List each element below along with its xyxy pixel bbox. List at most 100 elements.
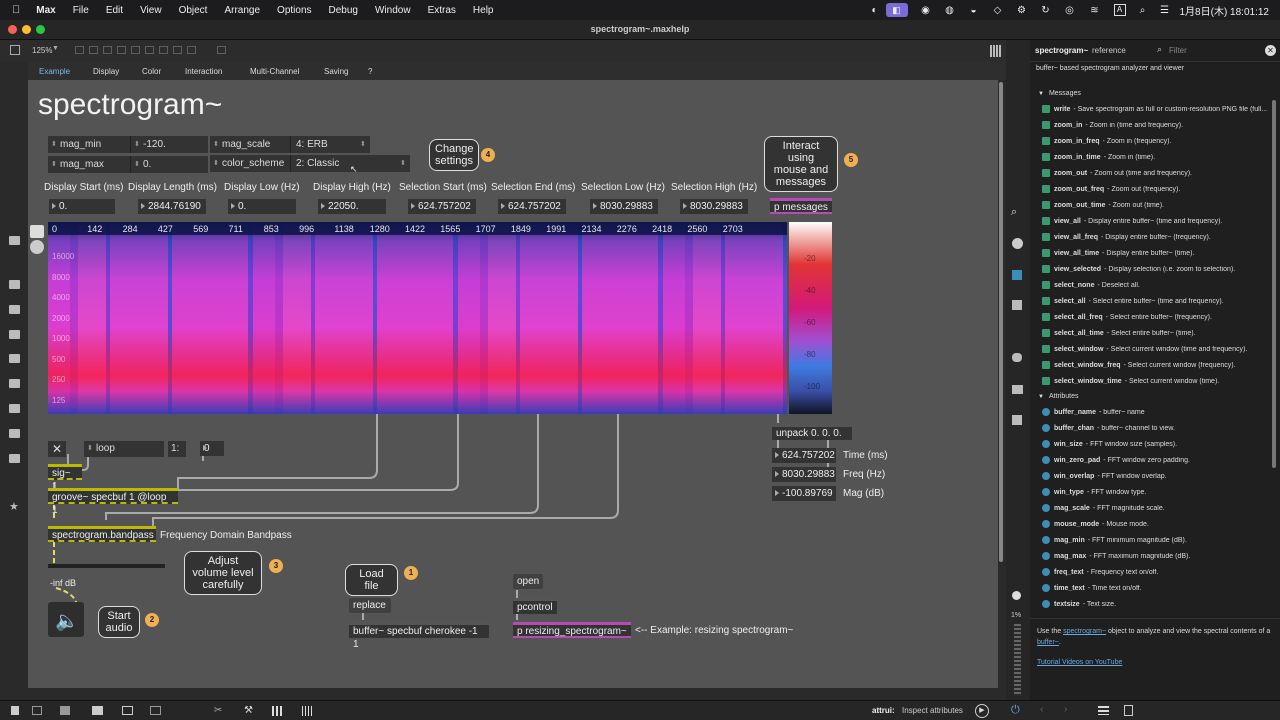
number-selection-start[interactable]: 624.757202 [408, 199, 476, 214]
buffer-object[interactable]: buffer~ specbuf cherokee -1 1 [349, 622, 489, 650]
status-item-icon[interactable]: ◉ [914, 5, 938, 16]
bars-icon[interactable] [272, 706, 282, 716]
zoom-level[interactable]: 125% [32, 46, 52, 55]
link-buffer[interactable]: buffer~ [1037, 639, 1059, 646]
number-loop[interactable]: 0 [200, 441, 224, 456]
number-time[interactable]: 624.757202 [772, 448, 836, 463]
attribute-item[interactable]: win_type - FFT window type. [1030, 484, 1280, 500]
message-item[interactable]: view_selected - Display selection (i.e. z… [1030, 261, 1280, 277]
attribute-item[interactable]: freq_text - Frequency text on/off. [1030, 564, 1280, 580]
attr-value[interactable]: 2: Classic [296, 155, 339, 172]
chat-icon[interactable] [1012, 353, 1022, 362]
debug-icon[interactable]: ✂ [214, 705, 222, 716]
search-icon[interactable]: ⌕ [1132, 5, 1154, 16]
status-item-icon[interactable]: ⚙ [1010, 5, 1034, 16]
loop-icon[interactable] [9, 429, 20, 438]
grid-icon[interactable] [302, 706, 312, 716]
plugin-icon[interactable] [9, 305, 20, 314]
window-icon[interactable] [122, 706, 133, 715]
lock-icon[interactable] [11, 706, 19, 715]
message-item[interactable]: zoom_out_freq - Zoom out (frequency). [1030, 181, 1280, 197]
message-item[interactable]: select_window_freq - Select current windo… [1030, 357, 1280, 373]
input-source-icon[interactable]: A [1113, 4, 1126, 16]
list-icon[interactable] [9, 236, 20, 245]
toggle-x-button[interactable]: ✕ [48, 441, 66, 457]
menu-window[interactable]: Window [375, 5, 411, 16]
camera-icon[interactable] [1012, 385, 1023, 394]
number-selection-low[interactable]: 8030.29883 [590, 199, 658, 214]
message-item[interactable]: select_all_freq - Select entire buffer~ (… [1030, 309, 1280, 325]
menu-help[interactable]: Help [473, 5, 494, 16]
document-icon[interactable] [1124, 705, 1133, 716]
message-item[interactable]: view_all - Display entire buffer~ (time a… [1030, 213, 1280, 229]
magnify-icon[interactable] [30, 240, 44, 254]
attribute-item[interactable]: time_text - Time text on/off. [1030, 580, 1280, 596]
attribute-item[interactable]: buffer_name - buffer~ name [1030, 404, 1280, 420]
message-item[interactable]: select_none - Deselect all. [1030, 277, 1280, 293]
new-message-icon[interactable] [89, 46, 98, 54]
play-icon[interactable]: ▶ [975, 704, 989, 718]
sig-object[interactable]: sig~ 1 [48, 464, 82, 492]
menu-debug[interactable]: Debug [329, 5, 358, 16]
gain-slider[interactable] [48, 564, 165, 568]
attrui-mag-min[interactable]: ⬍ mag_min ⬍ -120. [48, 136, 208, 153]
message-item[interactable]: select_window - Select current window (ti… [1030, 341, 1280, 357]
number-freq[interactable]: 8030.29883 [772, 467, 836, 482]
object-icon[interactable] [9, 280, 20, 289]
message-item[interactable]: select_all_time - Select entire buffer~ (… [1030, 325, 1280, 341]
circle-icon[interactable] [9, 454, 20, 463]
filter-input[interactable]: Filter [1169, 46, 1265, 55]
menu-view[interactable]: View [140, 5, 162, 16]
number-icon[interactable] [131, 46, 140, 54]
info-icon[interactable] [1012, 238, 1023, 249]
clock[interactable]: 1月8日(木) 18:01:12 [1180, 3, 1270, 18]
tab-interaction[interactable]: Interaction [185, 67, 222, 76]
comment-icon[interactable] [92, 706, 103, 715]
patcher-icon[interactable] [159, 46, 168, 54]
search-icon[interactable]: ⌕ [1011, 206, 1017, 219]
tab-color[interactable]: Color [142, 67, 161, 76]
replace-message[interactable]: replace [349, 598, 391, 613]
status-item-icon[interactable]: ◍ [938, 5, 962, 16]
message-item[interactable]: zoom_in_time - Zoom in (time). [1030, 149, 1280, 165]
status-item-icon[interactable]: ◎ [1058, 5, 1082, 16]
vertical-scrollbar[interactable] [999, 82, 1003, 562]
list-icon[interactable] [1012, 300, 1022, 310]
tab-multi-channel[interactable]: Multi-Channel [250, 67, 299, 76]
link-spectrogram[interactable]: spectrogram~ [1063, 628, 1106, 635]
status-item-icon[interactable]: ◐ [864, 5, 886, 16]
power-icon[interactable]: ⏻ [1011, 704, 1020, 717]
message-item[interactable]: zoom_in - Zoom in (time and frequency). [1030, 117, 1280, 133]
attribute-item[interactable]: mag_max - FFT maximum magnitude (dB). [1030, 548, 1280, 564]
sidebar-toggle-icon[interactable] [10, 45, 20, 55]
spectrogram-display[interactable] [48, 222, 787, 414]
patcher-canvas[interactable]: spectrogram~ ⬍ mag_min ⬍ -120. ⬍ mag_max… [28, 80, 998, 688]
attribute-item[interactable]: win_overlap - FFT window overlap. [1030, 468, 1280, 484]
message-item[interactable]: select_window_time - Select current windo… [1030, 373, 1280, 389]
menu-object[interactable]: Object [179, 5, 208, 16]
ref-scrollbar[interactable] [1272, 100, 1276, 468]
attribute-item[interactable]: win_zero_pad - FFT window zero padding. [1030, 452, 1280, 468]
bandpass-object[interactable]: spectrogram.bandpass [48, 526, 156, 542]
message-item[interactable]: write - Save spectrogram as full or custo… [1030, 101, 1280, 117]
pencil-icon[interactable] [30, 225, 44, 238]
trash-icon[interactable] [217, 46, 226, 54]
control-center-icon[interactable]: ☰ [1154, 5, 1176, 16]
loop-value-menu[interactable]: 1: [168, 441, 186, 457]
message-item[interactable]: view_all_time - Display entire buffer~ (t… [1030, 245, 1280, 261]
menu-app-max[interactable]: Max [36, 5, 55, 16]
number-mag[interactable]: -100.89769 [772, 486, 836, 501]
attribute-item[interactable]: buffer_chan - buffer~ channel to view. [1030, 420, 1280, 436]
message-item[interactable]: zoom_out - Zoom out (time and frequency). [1030, 165, 1280, 181]
ezdac-start-audio[interactable]: 🔈 [48, 602, 84, 637]
message-item[interactable]: select_all - Select entire buffer~ (time … [1030, 293, 1280, 309]
toggle-icon[interactable] [117, 46, 126, 54]
tab-example[interactable]: Example [39, 67, 70, 76]
new-object-icon[interactable] [75, 46, 84, 54]
back-icon[interactable]: ‹ [1040, 704, 1043, 715]
attribute-item[interactable]: mag_min - FFT minimum magnitude (dB). [1030, 532, 1280, 548]
new-comment-icon[interactable] [103, 46, 112, 54]
menu-options[interactable]: Options [277, 5, 311, 16]
pcontrol-object[interactable]: pcontrol [513, 598, 557, 614]
status-item-icon[interactable]: ◒ [962, 5, 986, 16]
